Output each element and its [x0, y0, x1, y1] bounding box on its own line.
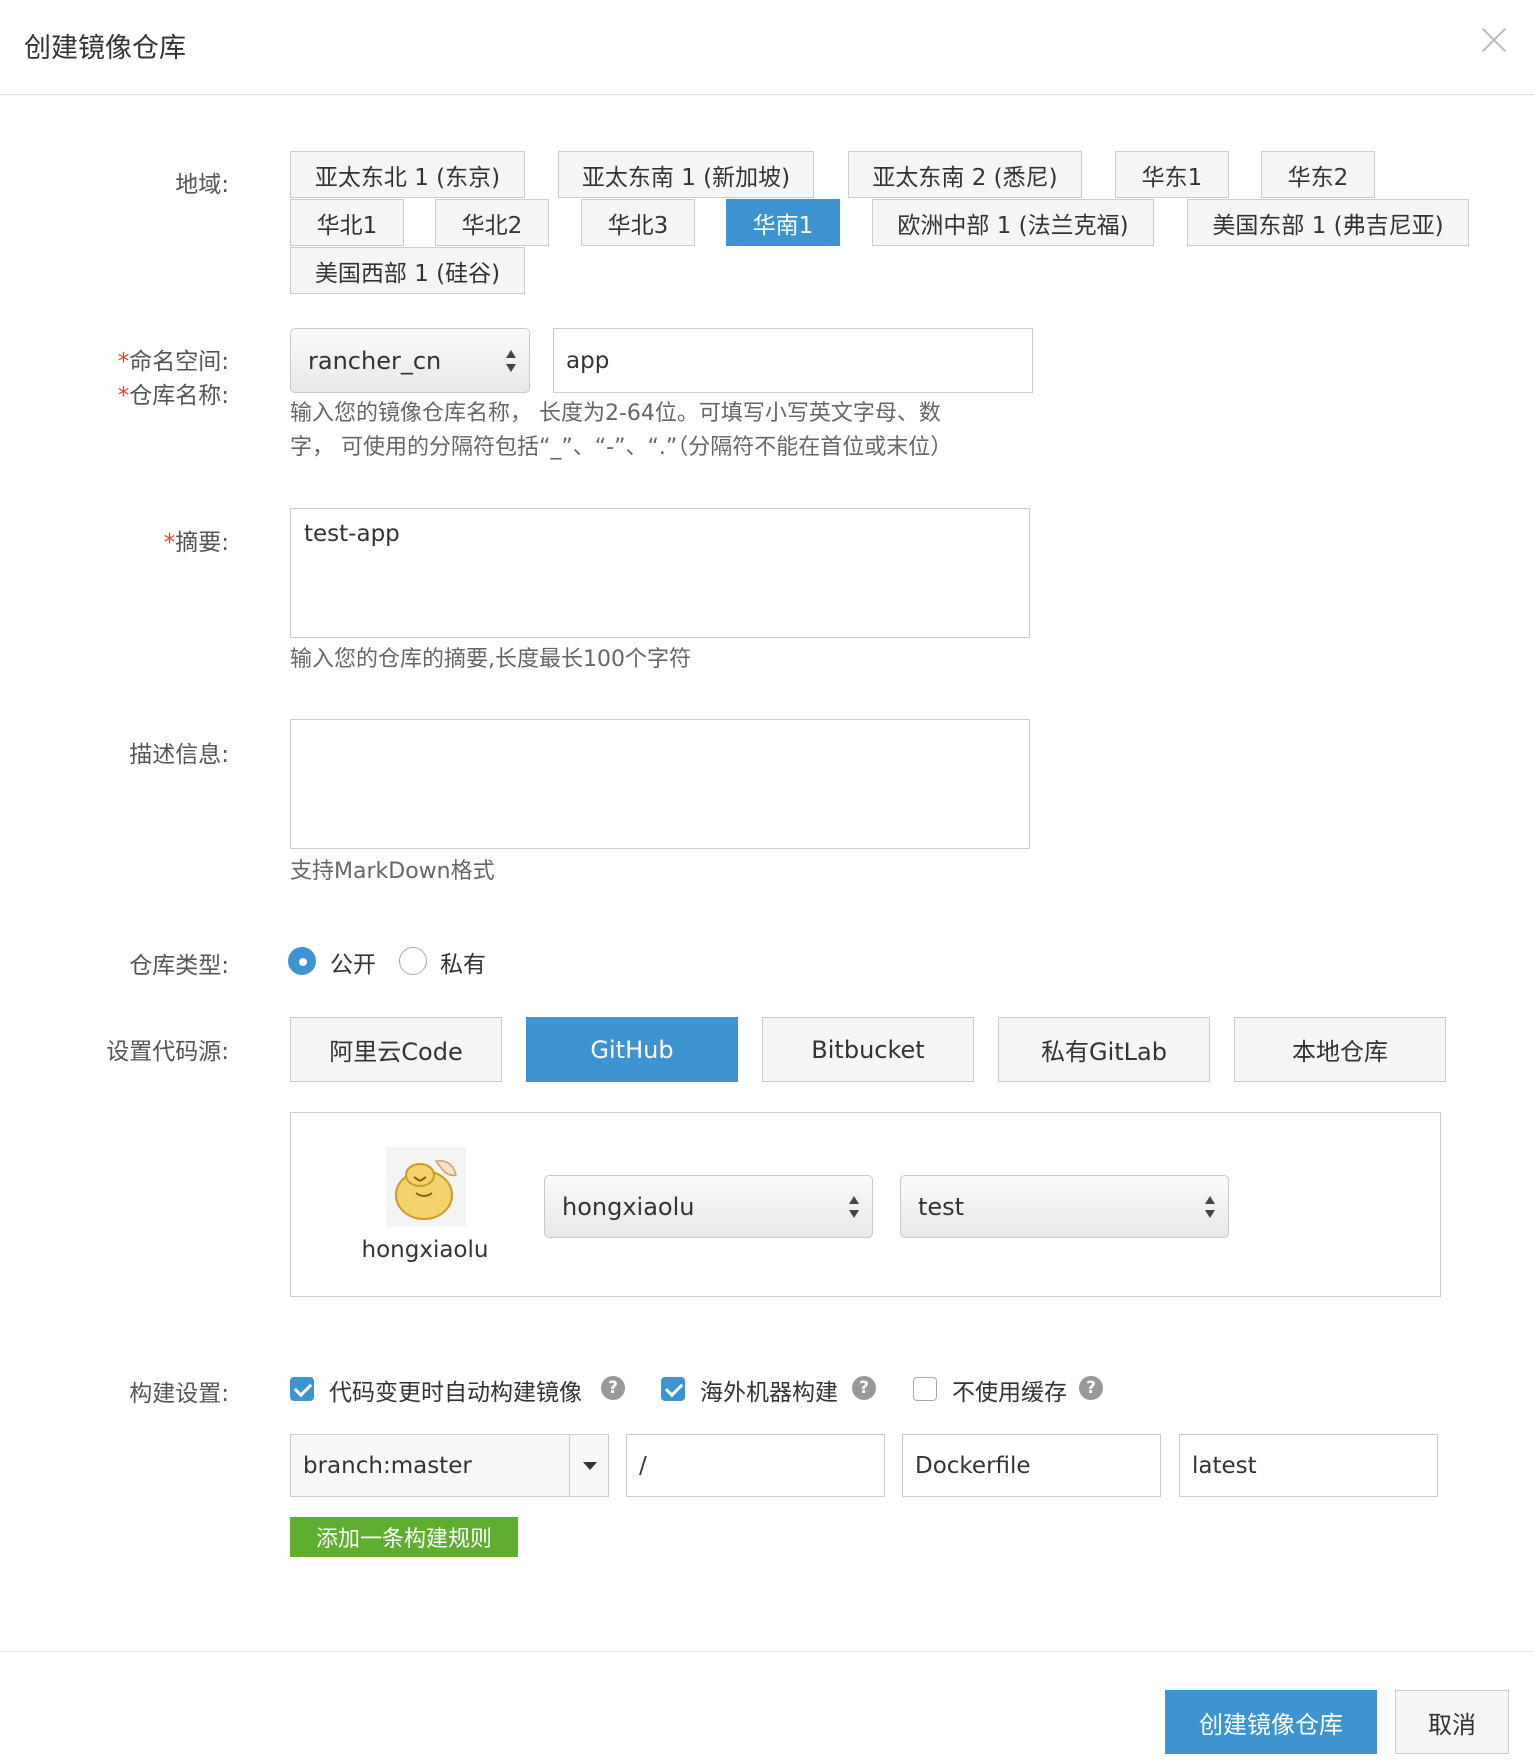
source-bitbucket[interactable]: Bitbucket	[762, 1017, 974, 1082]
no-cache-checkbox[interactable]	[913, 1377, 937, 1401]
radio-private[interactable]	[399, 947, 427, 975]
region-sydney[interactable]: 亚太东南 2 (悉尼)	[848, 151, 1082, 198]
branch-select[interactable]: branch:master	[290, 1434, 609, 1497]
source-local-repo[interactable]: 本地仓库	[1234, 1017, 1446, 1082]
region-south-china-1[interactable]: 华南1	[726, 199, 840, 246]
auto-build-label: 代码变更时自动构建镜像	[329, 1380, 582, 1406]
repo-name-label: *仓库名称:	[117, 383, 229, 409]
source-github[interactable]: GitHub	[526, 1017, 738, 1082]
radio-public-label: 公开	[330, 952, 376, 978]
github-repo-select-value: test	[918, 1192, 965, 1221]
select-arrows-icon	[848, 1195, 860, 1219]
source-private-gitlab[interactable]: 私有GitLab	[998, 1017, 1210, 1082]
repo-name-input[interactable]: app	[553, 328, 1033, 393]
region-label: 地域:	[175, 172, 229, 198]
overseas-build-label: 海外机器构建	[700, 1380, 838, 1406]
github-username: hongxiaolu	[361, 1237, 489, 1263]
summary-textarea[interactable]: test-app	[290, 508, 1030, 638]
region-silicon-valley[interactable]: 美国西部 1 (硅谷)	[290, 247, 525, 294]
dockerfile-input[interactable]: Dockerfile	[902, 1434, 1161, 1497]
region-east-china-2[interactable]: 华东2	[1261, 151, 1375, 198]
region-north-china-1[interactable]: 华北1	[290, 199, 404, 246]
help-icon[interactable]: ?	[1079, 1376, 1103, 1400]
create-repo-dialog: 创建镜像仓库 地域: 亚太东北 1 (东京) 亚太东南 1 (新加坡) 亚太东南…	[0, 0, 1534, 1764]
repo-name-help-line2: 字， 可使用的分隔符包括“_”、“-”、“.”（分隔符不能在首位或末位）	[290, 435, 953, 460]
namespace-select-value: rancher_cn	[308, 346, 442, 375]
region-north-china-3[interactable]: 华北3	[581, 199, 695, 246]
description-help: 支持MarkDown格式	[290, 859, 495, 884]
summary-help: 输入您的仓库的摘要,长度最长100个字符	[290, 647, 691, 672]
github-org-select[interactable]: hongxiaolu	[544, 1175, 873, 1238]
dialog-title: 创建镜像仓库	[24, 33, 186, 64]
region-east-china-1[interactable]: 华东1	[1115, 151, 1229, 198]
code-source-label: 设置代码源:	[106, 1039, 229, 1065]
no-cache-label: 不使用缓存	[952, 1380, 1067, 1406]
repo-type-label: 仓库类型:	[129, 953, 229, 979]
avatar-image	[386, 1147, 466, 1227]
namespace-select[interactable]: rancher_cn	[290, 328, 530, 393]
avatar	[386, 1147, 466, 1227]
overseas-build-checkbox[interactable]	[661, 1377, 685, 1401]
image-tag-input[interactable]: latest	[1179, 1434, 1438, 1497]
caret-down-icon[interactable]	[583, 1462, 597, 1470]
radio-private-label: 私有	[440, 952, 486, 978]
create-repo-button[interactable]: 创建镜像仓库	[1165, 1690, 1377, 1754]
cancel-button[interactable]: 取消	[1395, 1690, 1509, 1754]
github-org-select-value: hongxiaolu	[562, 1192, 695, 1221]
close-icon[interactable]	[1476, 22, 1512, 58]
footer-divider	[0, 1651, 1534, 1652]
repo-name-help-line1: 输入您的镜像仓库名称， 长度为2-64位。可填写小写英文字母、数	[290, 401, 941, 426]
branch-select-value: branch:master	[303, 1452, 472, 1479]
region-north-china-2[interactable]: 华北2	[435, 199, 549, 246]
namespace-label: *命名空间:	[117, 349, 229, 375]
region-singapore[interactable]: 亚太东南 1 (新加坡)	[558, 151, 814, 198]
radio-public[interactable]	[288, 947, 316, 975]
source-aliyun-code[interactable]: 阿里云Code	[290, 1017, 502, 1082]
description-label: 描述信息:	[129, 742, 229, 768]
help-icon[interactable]: ?	[852, 1376, 876, 1400]
auto-build-checkbox[interactable]	[290, 1377, 314, 1401]
help-icon[interactable]: ?	[601, 1376, 625, 1400]
description-textarea[interactable]	[290, 719, 1030, 849]
build-settings-label: 构建设置:	[129, 1381, 229, 1407]
branch-select-divider	[569, 1435, 570, 1496]
region-virginia[interactable]: 美国东部 1 (弗吉尼亚)	[1187, 199, 1469, 246]
summary-label: *摘要:	[163, 530, 229, 556]
dialog-header: 创建镜像仓库	[0, 0, 1534, 95]
select-arrows-icon	[505, 349, 517, 373]
select-arrows-icon	[1204, 1195, 1216, 1219]
region-tokyo[interactable]: 亚太东北 1 (东京)	[290, 151, 525, 198]
build-directory-input[interactable]: /	[626, 1434, 885, 1497]
add-build-rule-button[interactable]: 添加一条构建规则	[290, 1517, 518, 1557]
region-frankfurt[interactable]: 欧洲中部 1 (法兰克福)	[872, 199, 1154, 246]
github-repo-select[interactable]: test	[900, 1175, 1229, 1238]
